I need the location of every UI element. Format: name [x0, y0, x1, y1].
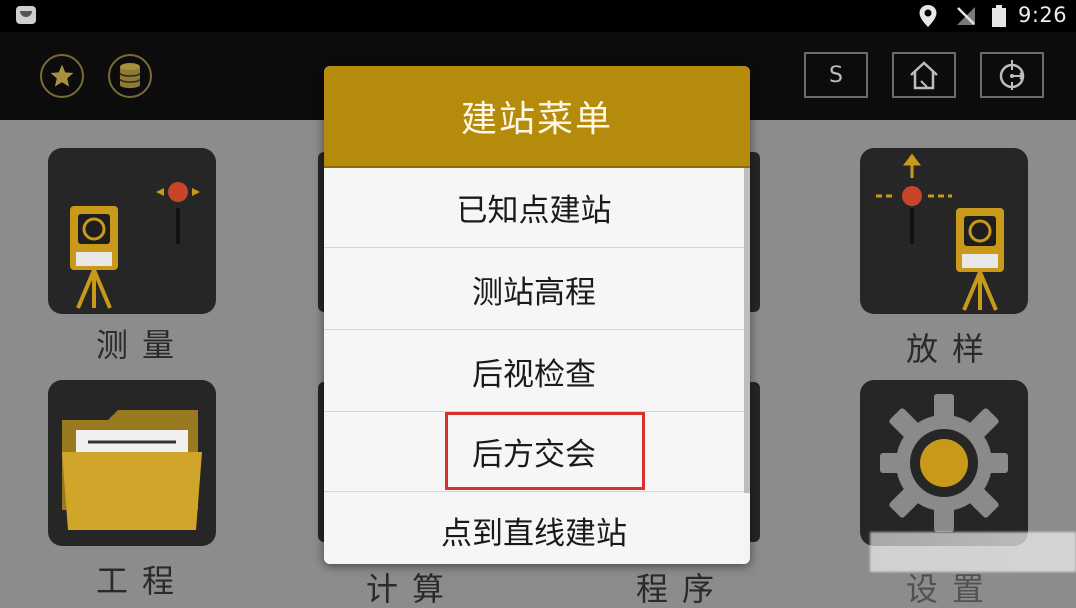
- program-label: 程序: [636, 570, 729, 608]
- database-button[interactable]: [108, 54, 152, 98]
- stakeout-label: 放样: [906, 330, 999, 368]
- favorites-button[interactable]: [40, 54, 84, 98]
- status-time: 9:26: [1018, 3, 1068, 27]
- menu-item-station-elevation[interactable]: 测站高程: [324, 250, 744, 330]
- menu-item-point-to-line-station[interactable]: 点到直线建站: [324, 494, 744, 564]
- menu-item-backsight-check[interactable]: 后视检查: [324, 332, 744, 412]
- target-button[interactable]: [980, 52, 1044, 98]
- dialog-menu-list: 已知点建站 测站高程 后视检查 后方交会 点到直线建站: [324, 168, 744, 564]
- battery-icon: [992, 5, 1006, 27]
- app-icon: [16, 6, 36, 24]
- station-setup-dialog: 建站菜单 已知点建站 测站高程 后视检查 后方交会 点到直线建站: [324, 66, 750, 564]
- s-button[interactable]: S: [804, 52, 868, 98]
- folder-icon: [62, 410, 202, 530]
- signal-icon: [957, 7, 975, 25]
- home-button[interactable]: [892, 52, 956, 98]
- project-label: 工程: [96, 562, 189, 600]
- watermark-blur: [870, 532, 1076, 572]
- total-station-icon: [70, 182, 200, 309]
- settings-tile[interactable]: [860, 380, 1028, 546]
- measure-tile[interactable]: [48, 148, 216, 314]
- app-screen: 9:26 S 测量 工程 放样 设置 计算 程序 建站菜单 已知点建站 测站高程…: [0, 0, 1076, 608]
- menu-item-resection[interactable]: 后方交会: [324, 412, 744, 492]
- menu-item-known-point-station[interactable]: 已知点建站: [324, 168, 744, 248]
- dialog-title: 建站菜单: [324, 66, 750, 168]
- stakeout-tile[interactable]: [860, 148, 1028, 314]
- home-icon: [910, 61, 938, 90]
- star-icon: [50, 64, 74, 87]
- s-button-label: S: [829, 62, 843, 88]
- gear-icon: [880, 394, 1008, 532]
- target-icon: [999, 60, 1025, 90]
- calculate-label: 计算: [366, 570, 459, 608]
- menu-scrollbar[interactable]: [744, 168, 750, 493]
- status-bar: 9:26: [0, 0, 1076, 32]
- project-tile[interactable]: [48, 380, 216, 546]
- location-icon: [919, 5, 937, 27]
- measure-label: 测量: [96, 326, 189, 364]
- database-icon: [119, 63, 141, 88]
- stakeout-icon: [876, 153, 1004, 311]
